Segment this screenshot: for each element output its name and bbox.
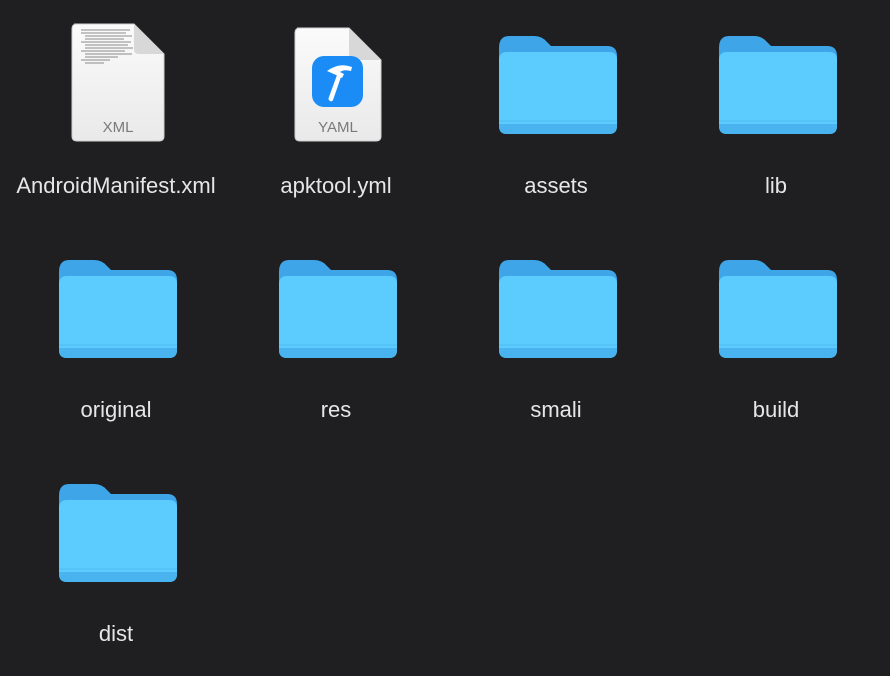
- xml-document-icon: XML: [6, 8, 226, 158]
- folder-name-label: original: [80, 397, 152, 422]
- file-name-label: apktool.yml: [280, 173, 392, 198]
- xml-badge: XML: [103, 119, 134, 136]
- file-androidmanifest-xml[interactable]: XML AndroidManifest.xml: [6, 8, 226, 228]
- folder-dist[interactable]: dist: [6, 456, 226, 676]
- folder-icon: [666, 232, 886, 382]
- folder-original[interactable]: original: [6, 232, 226, 452]
- folder-smali[interactable]: smali: [446, 232, 666, 452]
- folder-icon: [446, 232, 666, 382]
- file-name-label: AndroidManifest.xml: [16, 173, 216, 198]
- folder-icon: [226, 232, 446, 382]
- finder-icon-grid: XML AndroidManifest.xml YAML apktool.yml…: [0, 0, 890, 674]
- folder-name-label: res: [320, 397, 352, 422]
- folder-name-label: assets: [524, 173, 588, 198]
- folder-name-label: lib: [764, 173, 787, 198]
- yaml-badge: YAML: [318, 119, 358, 136]
- folder-res[interactable]: res: [226, 232, 446, 452]
- folder-name-label: dist: [98, 621, 134, 646]
- folder-name-label: smali: [530, 397, 582, 422]
- folder-name-label: build: [752, 397, 800, 422]
- folder-icon: [6, 232, 226, 382]
- folder-lib[interactable]: lib: [666, 8, 886, 228]
- file-apktool-yml[interactable]: YAML apktool.yml: [226, 8, 446, 228]
- yaml-document-icon: YAML: [226, 8, 446, 158]
- folder-icon: [666, 8, 886, 158]
- folder-build[interactable]: build: [666, 232, 886, 452]
- folder-assets[interactable]: assets: [446, 8, 666, 228]
- folder-icon: [6, 456, 226, 606]
- folder-icon: [446, 8, 666, 158]
